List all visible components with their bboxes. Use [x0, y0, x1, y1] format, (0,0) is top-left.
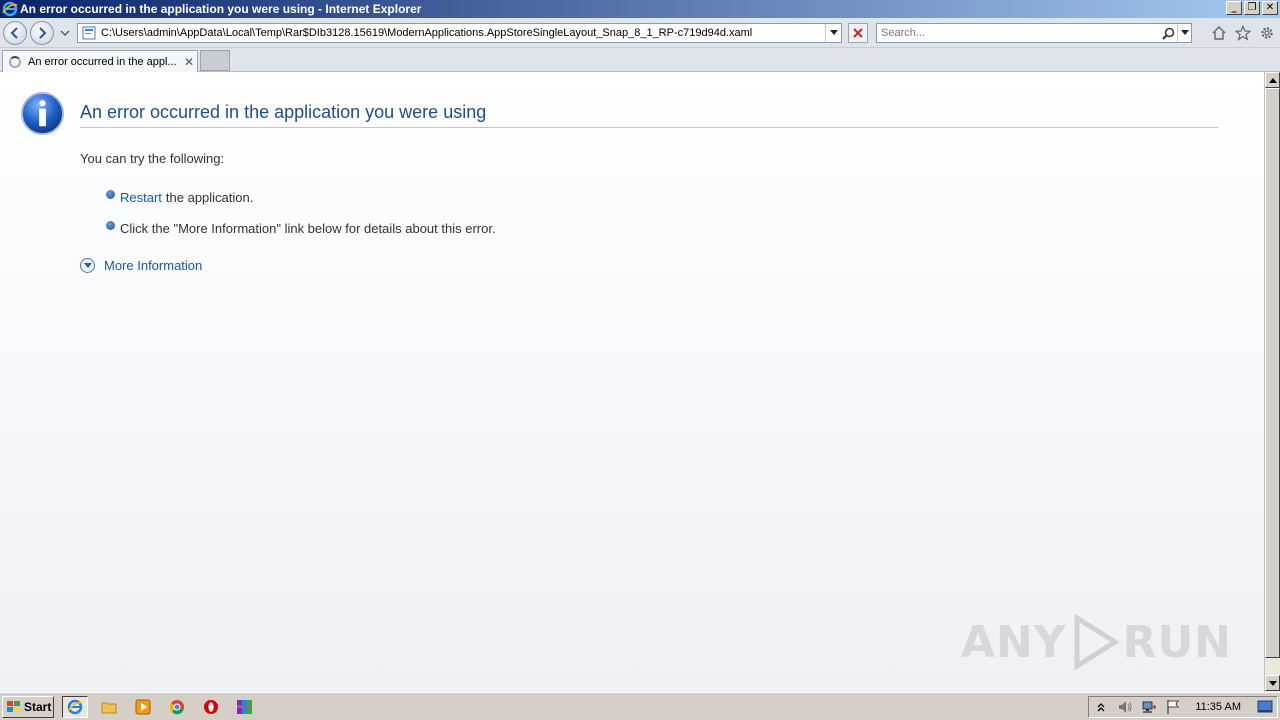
show-desktop-button[interactable]	[1257, 699, 1273, 715]
stop-button[interactable]	[848, 23, 868, 43]
search-icon	[1161, 27, 1174, 40]
more-information-toggle[interactable]: More Information	[80, 258, 202, 273]
start-label: Start	[24, 700, 52, 714]
navigation-bar: C:\Users\admin\AppData\Local\Temp\Rar$DI…	[0, 18, 1280, 48]
suggestions-intro: You can try the following:	[80, 151, 225, 166]
chrome-icon	[169, 700, 184, 715]
tools-button[interactable]	[1258, 24, 1276, 42]
scroll-up-button[interactable]	[1265, 72, 1280, 88]
taskbar: Start 11:35 AM	[0, 692, 1280, 720]
new-tab-button[interactable]	[200, 50, 230, 71]
system-tray: 11:35 AM	[1088, 696, 1278, 718]
list-item-text: the application.	[165, 190, 254, 205]
taskbar-winrar[interactable]	[232, 696, 258, 718]
taskbar-clock[interactable]: 11:35 AM	[1189, 699, 1249, 715]
close-window-button[interactable]: ✕	[1262, 1, 1278, 15]
list-item: Click the "More Information" link below …	[106, 221, 806, 236]
tab-strip: An error occurred in the appl... ✕	[0, 48, 1280, 72]
list-item-text: Click the "More Information" link below …	[120, 221, 496, 236]
minimize-button[interactable]: _	[1226, 1, 1242, 15]
star-icon	[1235, 25, 1251, 41]
favorites-button[interactable]	[1234, 24, 1252, 42]
page-icon	[82, 26, 96, 40]
action-center-button[interactable]	[1165, 699, 1181, 715]
heading-divider	[80, 127, 1218, 128]
network-icon	[1142, 701, 1157, 713]
bullet-icon	[106, 190, 115, 199]
back-arrow-icon	[10, 27, 18, 39]
volume-button[interactable]	[1117, 699, 1133, 715]
taskbar-opera[interactable]	[198, 696, 224, 718]
opera-icon	[204, 700, 218, 714]
home-button[interactable]	[1210, 24, 1228, 42]
scrollbar-thumb[interactable]	[1265, 88, 1280, 658]
anyrun-watermark: ANY RUN	[961, 614, 1232, 670]
address-url[interactable]: C:\Users\admin\AppData\Local\Temp\Rar$DI…	[101, 27, 825, 39]
search-box[interactable]	[876, 23, 1192, 43]
flag-icon	[1167, 700, 1180, 714]
speaker-icon	[1119, 701, 1132, 713]
chevron-up-icon	[1097, 703, 1105, 712]
forward-button[interactable]	[30, 21, 54, 45]
loading-spinner-icon	[9, 55, 21, 68]
recent-pages-dropdown-icon[interactable]	[60, 28, 70, 38]
taskbar-chrome[interactable]	[164, 696, 190, 718]
more-information-link[interactable]: More Information	[104, 258, 202, 273]
show-hidden-icons-button[interactable]	[1093, 699, 1109, 715]
watermark-text-right: RUN	[1122, 616, 1232, 668]
scroll-down-button[interactable]	[1265, 675, 1280, 691]
play-icon	[1074, 614, 1119, 670]
maximize-button[interactable]: ❐	[1244, 1, 1260, 15]
chevron-down-icon	[1180, 30, 1189, 35]
desktop-icon	[1257, 700, 1273, 713]
home-icon	[1212, 26, 1226, 40]
search-provider-dropdown[interactable]	[1177, 24, 1191, 42]
forward-arrow-icon	[39, 27, 47, 39]
media-player-icon	[135, 699, 151, 715]
tab-close-button[interactable]: ✕	[181, 55, 197, 69]
search-button[interactable]	[1159, 24, 1177, 42]
start-button[interactable]: Start	[2, 696, 54, 718]
stop-x-icon	[853, 28, 863, 38]
address-bar[interactable]: C:\Users\admin\AppData\Local\Temp\Rar$DI…	[77, 23, 842, 43]
gear-icon	[1261, 27, 1273, 39]
internet-explorer-icon	[67, 699, 83, 715]
address-dropdown-button[interactable]	[825, 24, 841, 42]
windows-logo-icon	[7, 701, 20, 712]
chevron-up-icon	[1268, 77, 1277, 83]
tab-label: An error occurred in the appl...	[28, 55, 177, 68]
chevron-down-icon	[829, 30, 838, 35]
restart-link[interactable]: Restart	[120, 190, 162, 205]
winrar-icon	[237, 700, 252, 714]
page-content: An error occurred in the application you…	[0, 72, 1264, 692]
bullet-icon	[106, 221, 115, 230]
tab-error-page[interactable]: An error occurred in the appl... ✕	[2, 50, 198, 72]
taskbar-media-player[interactable]	[130, 696, 156, 718]
vertical-scrollbar[interactable]	[1264, 72, 1280, 692]
title-bar: An error occurred in the application you…	[0, 0, 1280, 18]
taskbar-file-explorer[interactable]	[96, 696, 122, 718]
window-title: An error occurred in the application you…	[20, 2, 422, 16]
page-title: An error occurred in the application you…	[80, 102, 487, 122]
network-button[interactable]	[1141, 699, 1157, 715]
chevron-down-icon	[1268, 680, 1277, 686]
watermark-text-left: ANY	[960, 616, 1067, 668]
search-input[interactable]	[877, 27, 1159, 39]
expand-chevron-icon	[80, 258, 95, 273]
info-icon	[20, 91, 65, 136]
taskbar-internet-explorer[interactable]	[62, 696, 88, 718]
back-button[interactable]	[3, 21, 27, 45]
folder-icon	[101, 702, 117, 714]
list-item: Restart the application.	[106, 190, 806, 205]
internet-explorer-icon	[2, 1, 18, 17]
